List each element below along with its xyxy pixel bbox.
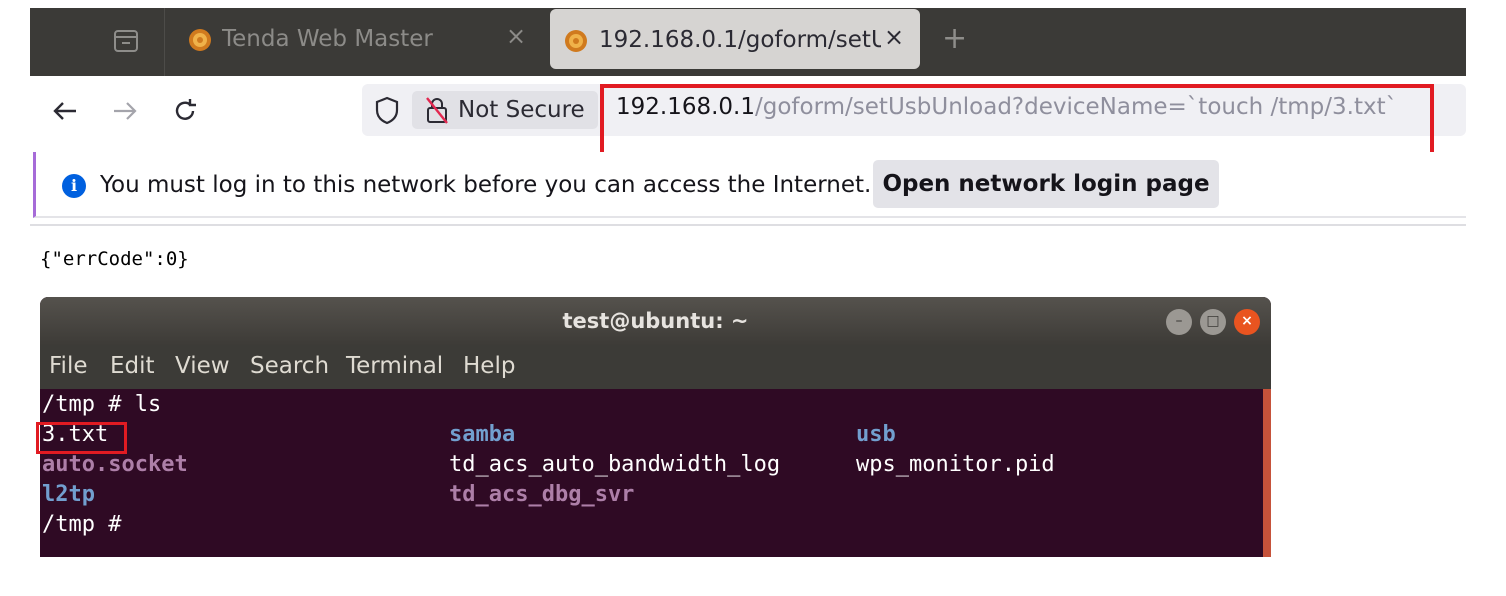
terminal-titlebar[interactable]: test@ubuntu: ~ – □ ×	[40, 297, 1271, 345]
security-indicator[interactable]: Not Secure	[412, 91, 598, 129]
info-icon: i	[62, 174, 86, 198]
close-button[interactable]: ×	[1234, 309, 1260, 335]
terminal-command-line: /tmp # ls	[42, 392, 162, 417]
json-response: {"errCode":0}	[40, 248, 189, 270]
minimize-button[interactable]: –	[1166, 309, 1192, 335]
new-tab-button[interactable]: +	[942, 21, 967, 56]
socket-auto-socket: auto.socket	[42, 452, 188, 477]
dir-usb: usb	[856, 422, 896, 447]
favicon-icon	[186, 26, 214, 54]
reload-icon[interactable]	[170, 96, 200, 126]
menu-search[interactable]: Search	[250, 353, 329, 379]
menu-file[interactable]: File	[49, 353, 88, 379]
tab-overview-icon[interactable]	[112, 28, 140, 54]
tab-title: Tenda Web Master	[222, 26, 433, 52]
dir-l2tp: l2tp	[42, 482, 95, 507]
dir-samba: samba	[449, 422, 516, 447]
tab-strip: Tenda Web Master × 192.168.0.1/goform/se…	[30, 8, 1466, 76]
terminal-menubar: File Edit View Search Terminal Help	[40, 345, 1271, 389]
tab-title: 192.168.0.1/goform/setUsbUnload?deviceNa…	[599, 27, 881, 53]
tab-close-icon[interactable]: ×	[884, 23, 904, 51]
url-highlight-box	[600, 84, 1434, 159]
file-wps-monitor-pid: wps_monitor.pid	[856, 452, 1055, 477]
terminal-window: test@ubuntu: ~ – □ × File Edit View Sear…	[40, 297, 1271, 557]
terminal-prompt: /tmp #	[42, 512, 122, 537]
menu-view[interactable]: View	[175, 353, 230, 379]
file-highlight-box	[36, 422, 127, 454]
insecure-lock-icon	[424, 95, 450, 125]
menu-help[interactable]: Help	[463, 353, 515, 379]
network-login-notification: i You must log in to this network before…	[33, 152, 1466, 218]
favicon-icon	[562, 27, 590, 55]
terminal-title: test@ubuntu: ~	[562, 309, 749, 333]
shield-icon[interactable]	[372, 94, 402, 126]
terminal-scrollbar[interactable]	[1263, 389, 1271, 557]
not-secure-label: Not Secure	[458, 97, 585, 123]
back-arrow-icon[interactable]	[50, 96, 80, 126]
tab-close-icon[interactable]: ×	[506, 22, 526, 50]
menu-terminal[interactable]: Terminal	[346, 353, 443, 379]
notification-message: You must log in to this network before y…	[100, 172, 872, 198]
menu-edit[interactable]: Edit	[110, 353, 155, 379]
terminal-output[interactable]: /tmp # ls 3.txt samba usb auto.socket td…	[40, 389, 1271, 557]
content-divider	[30, 224, 1466, 226]
tab-active-goform[interactable]: 192.168.0.1/goform/setUsbUnload?deviceNa…	[550, 9, 920, 69]
open-login-page-button[interactable]: Open network login page	[873, 160, 1219, 208]
forward-arrow-icon[interactable]	[110, 96, 140, 126]
maximize-button[interactable]: □	[1200, 309, 1226, 335]
file-bandwidth-log: td_acs_auto_bandwidth_log	[449, 452, 781, 477]
tab-tenda-web-master[interactable]: Tenda Web Master ×	[180, 8, 540, 76]
tab-separator	[164, 8, 165, 76]
socket-td-acs-dbg-svr: td_acs_dbg_svr	[449, 482, 635, 507]
